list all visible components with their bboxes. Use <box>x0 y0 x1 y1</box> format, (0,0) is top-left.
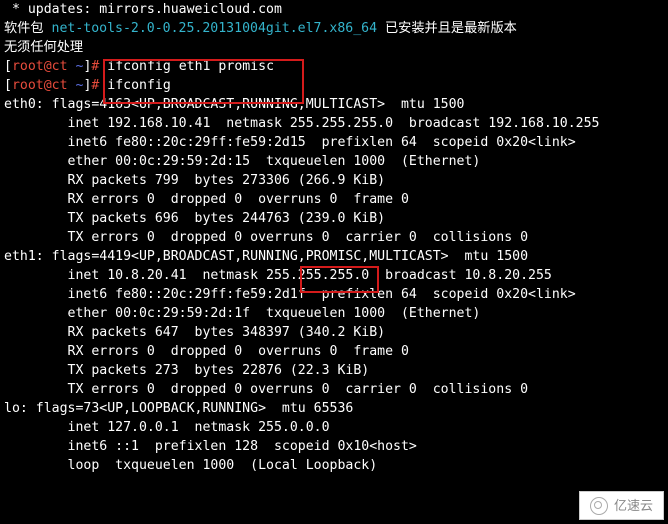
terminal-line: lo: flags=73<UP,LOOPBACK,RUNNING> mtu 65… <box>4 399 664 418</box>
terminal-line: 软件包 net-tools-2.0-0.25.20131004git.el7.x… <box>4 19 664 38</box>
watermark: 亿速云 <box>579 491 664 520</box>
terminal-line: TX errors 0 dropped 0 overruns 0 carrier… <box>4 228 664 247</box>
terminal-line: inet 127.0.0.1 netmask 255.0.0.0 <box>4 418 664 437</box>
watermark-text: 亿速云 <box>614 496 653 515</box>
terminal-line: ether 00:0c:29:59:2d:15 txqueuelen 1000 … <box>4 152 664 171</box>
terminal-line: eth0: flags=4163<UP,BROADCAST,RUNNING,MU… <box>4 95 664 114</box>
terminal-line: inet 10.8.20.41 netmask 255.255.255.0 br… <box>4 266 664 285</box>
terminal-line: 无须任何处理 <box>4 38 664 57</box>
terminal-line: RX errors 0 dropped 0 overruns 0 frame 0 <box>4 190 664 209</box>
terminal-line: inet 192.168.10.41 netmask 255.255.255.0… <box>4 114 664 133</box>
terminal-line: RX packets 799 bytes 273306 (266.9 KiB) <box>4 171 664 190</box>
terminal-line: loop txqueuelen 1000 (Local Loopback) <box>4 456 664 475</box>
terminal-line: * updates: mirrors.huaweicloud.com <box>4 0 664 19</box>
terminal-line: [root@ct ~]# ifconfig eth1 promisc <box>4 57 664 76</box>
terminal-line: ether 00:0c:29:59:2d:1f txqueuelen 1000 … <box>4 304 664 323</box>
terminal-line: inet6 ::1 prefixlen 128 scopeid 0x10<hos… <box>4 437 664 456</box>
terminal-line: inet6 fe80::20c:29ff:fe59:2d15 prefixlen… <box>4 133 664 152</box>
terminal-line: inet6 fe80::20c:29ff:fe59:2d1f prefixlen… <box>4 285 664 304</box>
terminal-line: [root@ct ~]# ifconfig <box>4 76 664 95</box>
watermark-logo-icon <box>590 497 608 515</box>
terminal-line: TX errors 0 dropped 0 overruns 0 carrier… <box>4 380 664 399</box>
terminal-line: RX packets 647 bytes 348397 (340.2 KiB) <box>4 323 664 342</box>
terminal-line: TX packets 273 bytes 22876 (22.3 KiB) <box>4 361 664 380</box>
terminal-line: eth1: flags=4419<UP,BROADCAST,RUNNING,PR… <box>4 247 664 266</box>
terminal-output: * updates: mirrors.huaweicloud.com软件包 ne… <box>0 0 668 475</box>
terminal-line: RX errors 0 dropped 0 overruns 0 frame 0 <box>4 342 664 361</box>
terminal-line: TX packets 696 bytes 244763 (239.0 KiB) <box>4 209 664 228</box>
